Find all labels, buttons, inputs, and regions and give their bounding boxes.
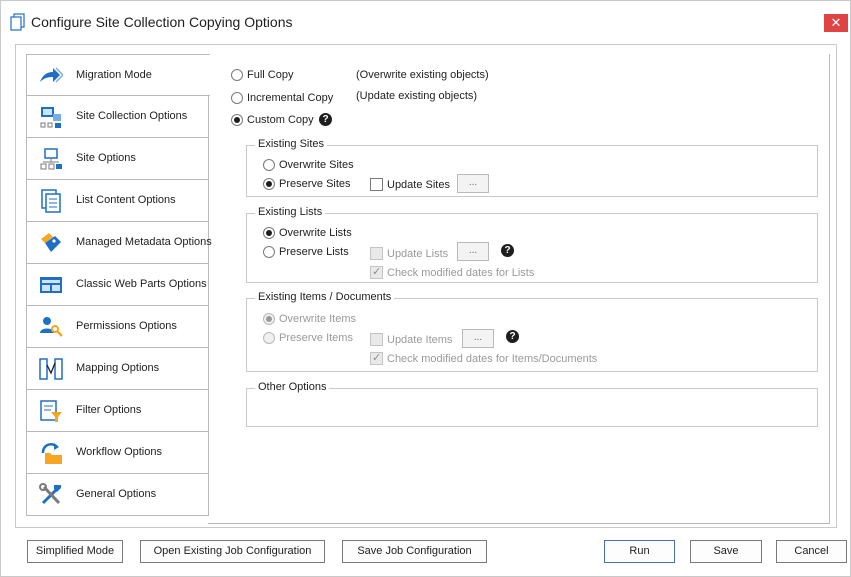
tab-permissions-options[interactable]: Permissions Options xyxy=(26,306,209,348)
existing-lists-title: Existing Lists xyxy=(255,206,326,218)
update-items-label: Update Items xyxy=(387,334,453,346)
mapping-icon xyxy=(39,358,63,380)
save-button[interactable]: Save xyxy=(690,540,762,563)
custom-copy-radio[interactable] xyxy=(231,114,243,126)
tab-mapping-options[interactable]: Mapping Options xyxy=(26,348,209,390)
update-items-settings-button[interactable]: ... xyxy=(462,329,494,348)
run-button[interactable]: Run xyxy=(604,540,675,563)
tag-icon xyxy=(41,233,61,252)
site-icon xyxy=(40,148,62,170)
full-copy-description: (Overwrite existing objects) xyxy=(356,69,489,81)
update-items-checkbox[interactable] xyxy=(370,333,383,346)
update-lists-settings-button[interactable]: ... xyxy=(457,242,489,261)
tab-managed-metadata-options[interactable]: Managed Metadata Options xyxy=(26,222,212,264)
custom-copy-help-icon[interactable]: ? xyxy=(319,113,332,126)
check-modified-items-label: Check modified dates for Items/Documents xyxy=(387,353,598,365)
overwrite-items-label: Overwrite Items xyxy=(279,313,357,325)
tab-label: General Options xyxy=(76,488,157,500)
document-copy-icon xyxy=(10,13,25,31)
preserve-sites-label: Preserve Sites xyxy=(279,178,351,190)
check-modified-lists-checkbox[interactable] xyxy=(370,265,383,279)
update-sites-label: Update Sites xyxy=(387,179,450,191)
preserve-sites-radio[interactable] xyxy=(263,178,275,190)
check-modified-lists-label: Check modified dates for Lists xyxy=(387,267,535,279)
tools-icon xyxy=(39,483,61,505)
tab-filter-options[interactable]: Filter Options xyxy=(26,390,209,432)
preserve-items-radio[interactable] xyxy=(263,332,275,344)
close-button[interactable]: ✕ xyxy=(824,14,848,32)
lists-help-icon[interactable]: ? xyxy=(501,244,514,257)
overwrite-items-radio[interactable] xyxy=(263,313,275,325)
tab-classic-web-parts-options[interactable]: Classic Web Parts Options xyxy=(26,264,209,306)
update-sites-settings-button[interactable]: ... xyxy=(457,174,489,193)
site-collection-icon xyxy=(40,107,61,128)
workflow-icon xyxy=(41,443,62,464)
tab-label: Migration Mode xyxy=(76,69,152,81)
existing-sites-title: Existing Sites xyxy=(255,138,328,150)
tab-label: Site Collection Options xyxy=(76,110,188,122)
overwrite-sites-label: Overwrite Sites xyxy=(279,159,354,171)
preserve-items-label: Preserve Items xyxy=(279,332,353,344)
preserve-lists-label: Preserve Lists xyxy=(279,246,349,258)
filter-icon xyxy=(40,400,62,422)
dialog-window: Configure Site Collection Copying Option… xyxy=(0,0,851,577)
tab-site-collection-options[interactable]: Site Collection Options xyxy=(26,96,209,138)
tab-label: Mapping Options xyxy=(76,362,160,374)
arrow-right-icon xyxy=(40,67,63,83)
tab-general-options[interactable]: General Options xyxy=(26,474,209,516)
open-existing-job-button[interactable]: Open Existing Job Configuration xyxy=(140,540,325,563)
tab-label: Workflow Options xyxy=(76,446,162,458)
overwrite-lists-label: Overwrite Lists xyxy=(279,227,352,239)
incremental-copy-description: (Update existing objects) xyxy=(356,90,478,102)
tab-label: Permissions Options xyxy=(76,320,177,332)
tab-label: Classic Web Parts Options xyxy=(76,278,207,290)
items-help-icon[interactable]: ? xyxy=(506,330,519,343)
web-parts-icon xyxy=(40,277,62,293)
custom-copy-label: Custom Copy xyxy=(247,114,314,126)
other-options-title: Other Options xyxy=(255,381,330,393)
title-bar: Configure Site Collection Copying Option… xyxy=(1,1,850,37)
tab-migration-mode[interactable]: Migration Mode xyxy=(26,54,210,96)
tab-label: Filter Options xyxy=(76,404,142,416)
check-modified-items-checkbox[interactable] xyxy=(370,351,383,365)
update-sites-checkbox[interactable] xyxy=(370,178,383,191)
tab-site-options[interactable]: Site Options xyxy=(26,138,209,180)
simplified-mode-button[interactable]: Simplified Mode xyxy=(27,540,123,563)
overwrite-sites-radio[interactable] xyxy=(263,159,275,171)
tab-workflow-options[interactable]: Workflow Options xyxy=(26,432,209,474)
preserve-lists-radio[interactable] xyxy=(263,246,275,258)
overwrite-lists-radio[interactable] xyxy=(263,227,275,239)
update-lists-label: Update Lists xyxy=(387,248,449,260)
incremental-copy-label: Incremental Copy xyxy=(247,92,334,104)
tab-label: List Content Options xyxy=(76,194,176,206)
full-copy-label: Full Copy xyxy=(247,69,294,81)
tab-list-content-options[interactable]: List Content Options xyxy=(26,180,209,222)
window-title: Configure Site Collection Copying Option… xyxy=(31,14,293,30)
incremental-copy-radio[interactable] xyxy=(231,92,243,104)
tab-label: Site Options xyxy=(76,152,136,164)
permissions-icon xyxy=(40,317,63,337)
tab-label: Managed Metadata Options xyxy=(76,236,212,248)
list-content-icon xyxy=(41,189,61,213)
existing-items-title: Existing Items / Documents xyxy=(255,291,395,303)
update-lists-checkbox[interactable] xyxy=(370,247,383,260)
save-job-configuration-button[interactable]: Save Job Configuration xyxy=(342,540,487,563)
other-options-group: Other Options xyxy=(246,381,818,427)
full-copy-radio[interactable] xyxy=(231,69,243,81)
cancel-button[interactable]: Cancel xyxy=(776,540,847,563)
